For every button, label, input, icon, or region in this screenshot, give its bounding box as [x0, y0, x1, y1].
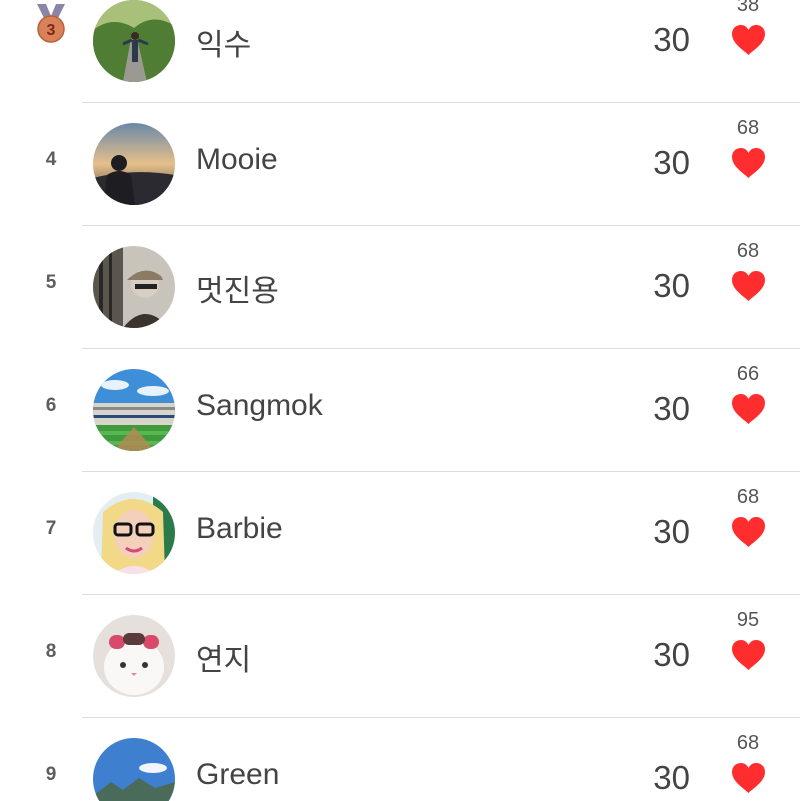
rank-number: 6: [45, 395, 57, 416]
ranking-row[interactable]: 4 Mooie 30 68: [0, 103, 800, 226]
ranking-row[interactable]: 8 연지 30 95: [0, 595, 800, 718]
like-count: 66: [736, 363, 760, 385]
heart-icon[interactable]: [731, 762, 766, 794]
user-name: Sangmok: [196, 389, 323, 422]
score: 30: [653, 390, 690, 427]
like-count: 68: [736, 732, 760, 754]
heart-icon[interactable]: [731, 516, 766, 548]
heart-icon[interactable]: [731, 393, 766, 425]
user-name: Green: [196, 758, 280, 791]
ranking-row[interactable]: 9 Green 30 68: [0, 718, 800, 801]
avatar[interactable]: [93, 492, 175, 574]
like-count: 68: [736, 486, 760, 508]
rank-number: 8: [45, 641, 57, 662]
heart-icon[interactable]: [731, 270, 766, 302]
like-count: 38: [736, 0, 760, 16]
user-name: Barbie: [196, 512, 283, 545]
avatar[interactable]: [93, 0, 175, 82]
score: 30: [653, 144, 690, 181]
rank-number: 4: [45, 149, 57, 170]
bronze-medal-icon: 3: [34, 2, 68, 44]
heart-icon[interactable]: [731, 639, 766, 671]
avatar[interactable]: [93, 123, 175, 205]
score: 30: [653, 513, 690, 550]
ranking-row[interactable]: 6 Sangmok 30 66: [0, 349, 800, 472]
rank-number: 5: [45, 272, 57, 293]
rank-number: 9: [45, 764, 57, 785]
score: 30: [653, 21, 690, 58]
score: 30: [653, 759, 690, 796]
rank-number: 7: [45, 518, 57, 539]
ranking-row[interactable]: 5 멋진용 30 68: [0, 226, 800, 349]
user-name: 연지: [196, 644, 252, 677]
avatar[interactable]: [93, 738, 175, 801]
user-name: 익수: [196, 29, 252, 62]
ranking-row[interactable]: 7 Barbie 30 68: [0, 472, 800, 595]
score: 30: [653, 267, 690, 304]
user-name: Mooie: [196, 143, 278, 176]
like-count: 95: [736, 609, 760, 631]
avatar[interactable]: [93, 246, 175, 328]
score: 30: [653, 636, 690, 673]
like-count: 68: [736, 240, 760, 262]
avatar[interactable]: [93, 615, 175, 697]
heart-icon[interactable]: [731, 24, 766, 56]
user-name: 멋진용: [196, 275, 279, 308]
like-count: 68: [736, 117, 760, 139]
heart-icon[interactable]: [731, 147, 766, 179]
ranking-list: 3 익수 30 38 4 Mooie 30 68 5 멋진용 30 68 6 S…: [0, 0, 800, 801]
medal-rank-number: 3: [47, 22, 56, 39]
avatar[interactable]: [93, 369, 175, 451]
ranking-row[interactable]: 3 익수 30 38: [0, 0, 800, 103]
